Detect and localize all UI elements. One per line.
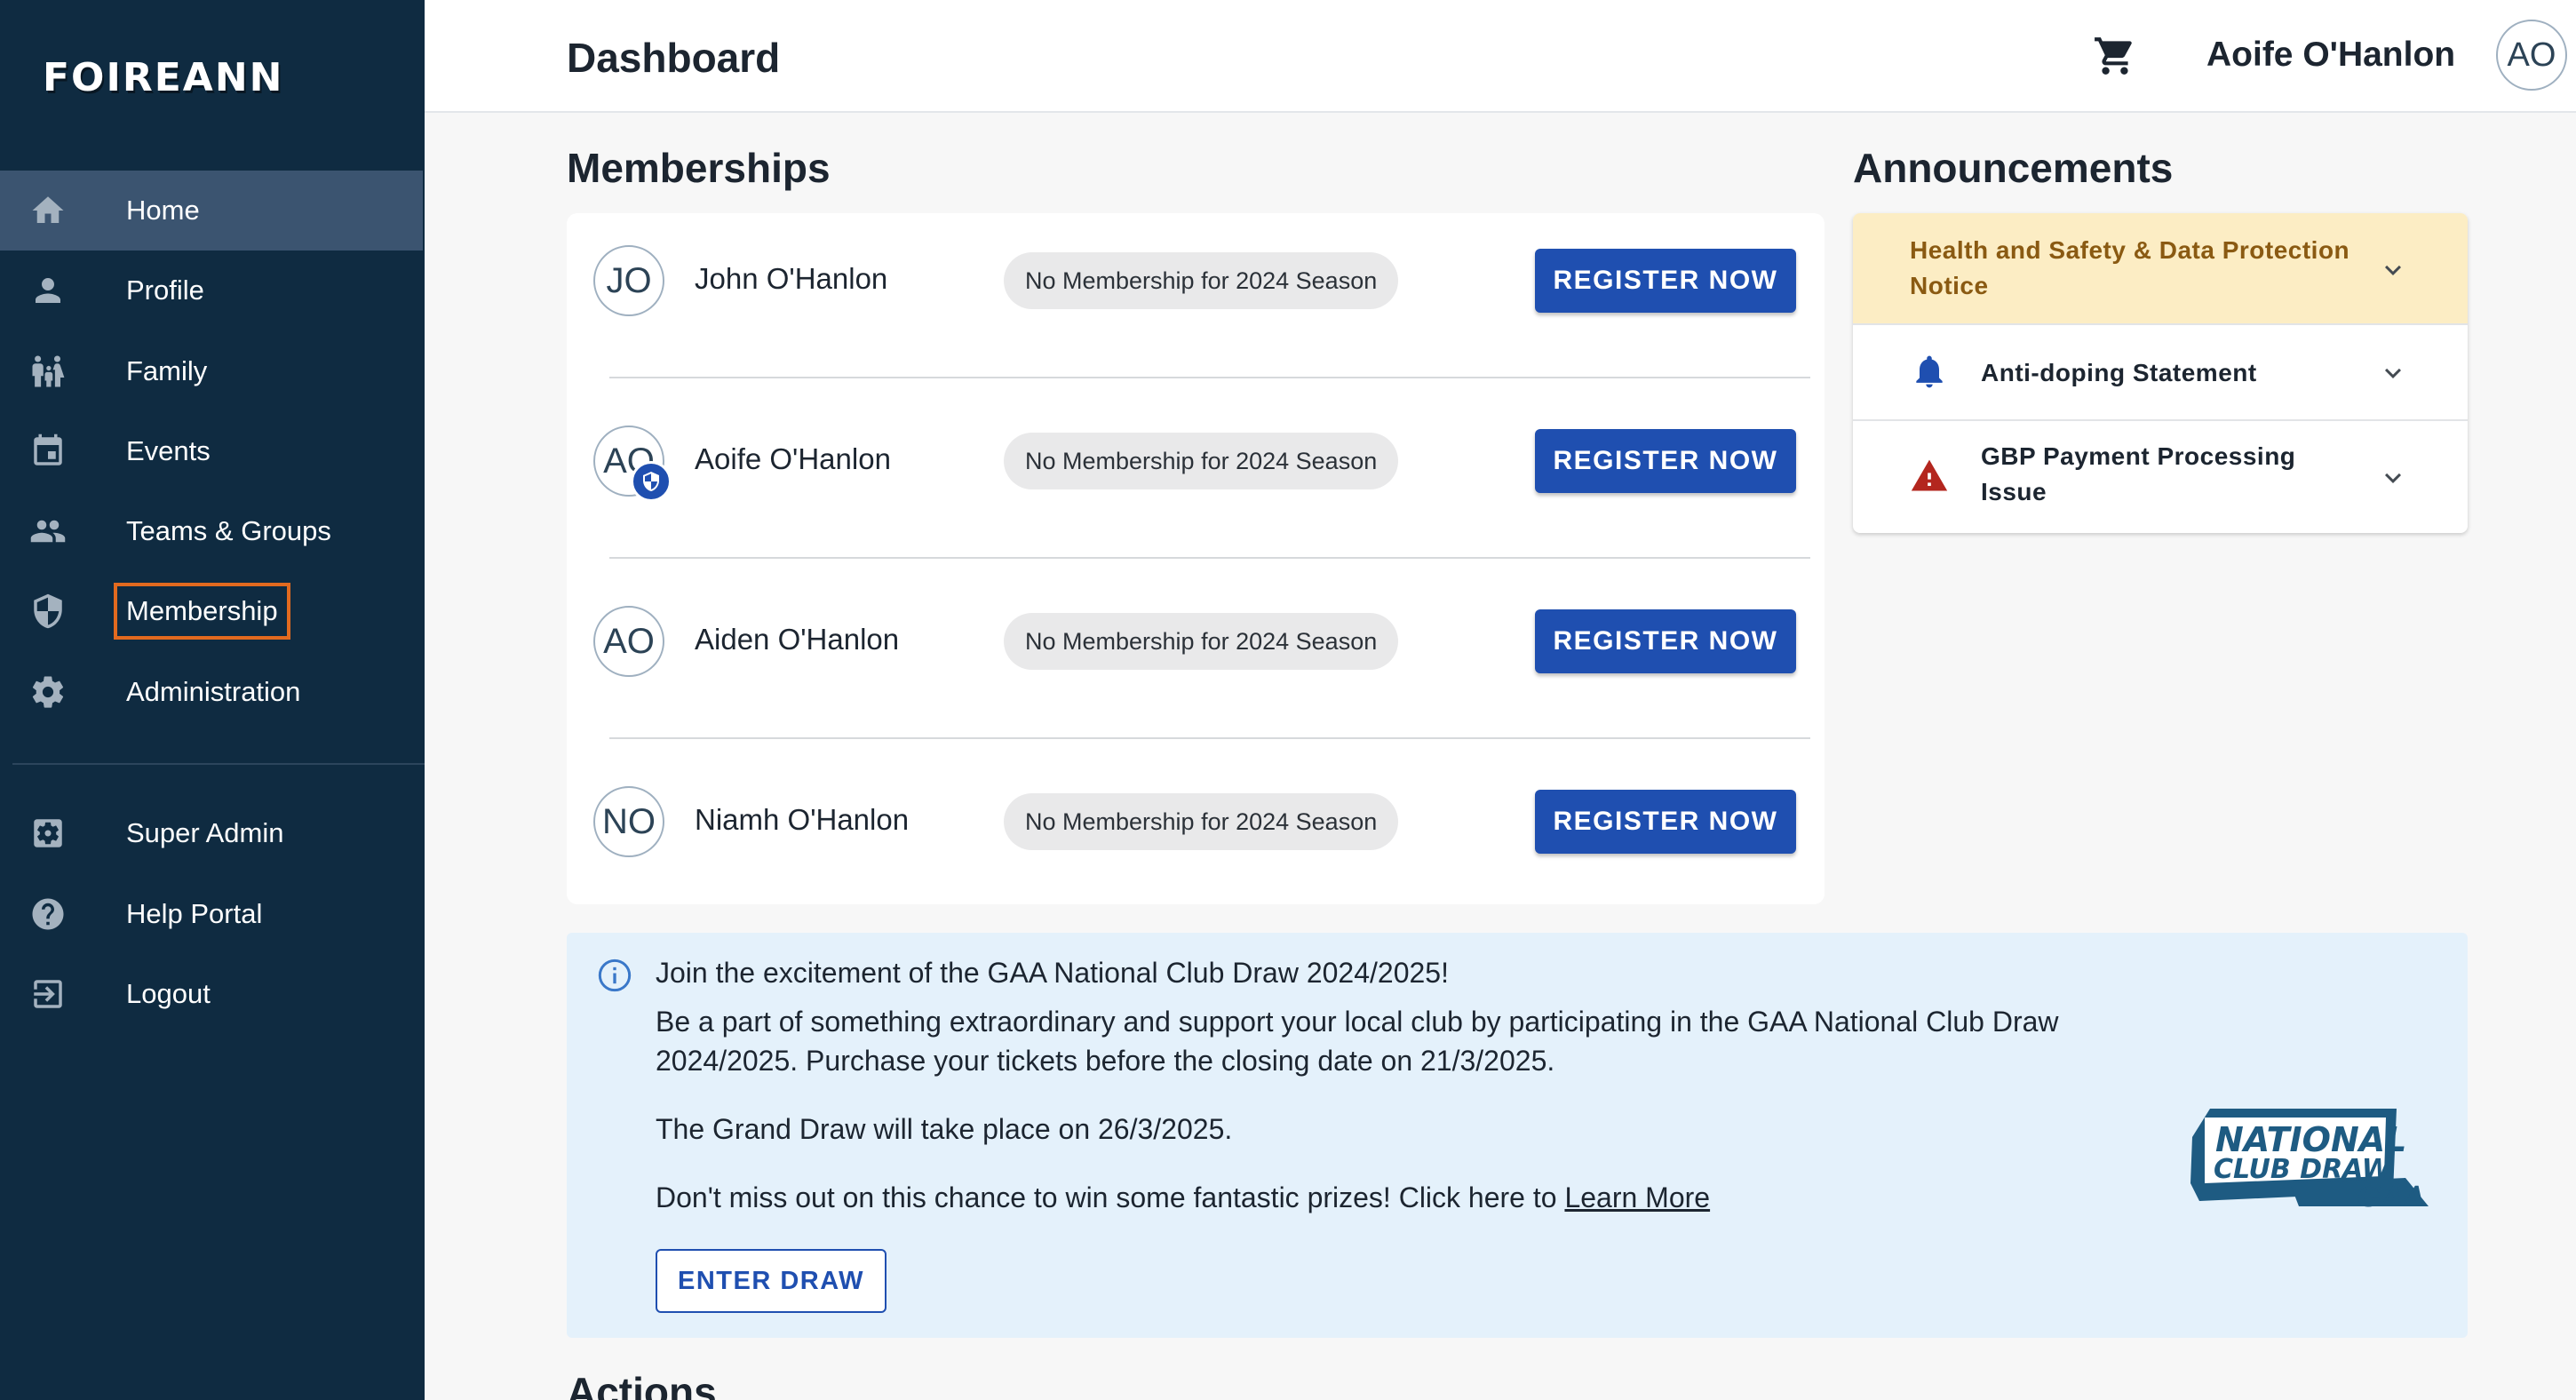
sidebar-item-teams-groups[interactable]: Teams & Groups <box>0 491 423 571</box>
app-logo[interactable]: FOIREANN <box>43 55 283 100</box>
sidebar-item-label: Profile <box>126 274 204 306</box>
register-now-button[interactable]: REGISTER NOW <box>1535 429 1796 493</box>
person-icon <box>28 271 68 310</box>
draw-cta-text: Don't miss out on this chance to win som… <box>656 1181 1557 1213</box>
member-name: John O'Hanlon <box>695 262 888 295</box>
membership-status-chip: No Membership for 2024 Season <box>1004 613 1399 670</box>
announcement-title: GBP Payment Processing Issue <box>1981 442 2296 505</box>
club-draw-banner: Join the excitement of the GAA National … <box>567 933 2468 1338</box>
home-icon <box>28 191 68 230</box>
user-avatar[interactable]: AO <box>2496 20 2567 91</box>
row-divider <box>609 377 1810 378</box>
calendar-icon <box>28 432 68 471</box>
memberships-card: JO John O'Hanlon No Membership for 2024 … <box>567 213 1825 904</box>
sidebar-item-label: Administration <box>126 676 301 707</box>
register-now-button[interactable]: REGISTER NOW <box>1535 790 1796 854</box>
avatar: JO <box>593 245 664 316</box>
logout-icon <box>28 974 68 1014</box>
chevron-down-icon[interactable] <box>2377 254 2409 286</box>
announcement-gbp-payment[interactable]: GBP Payment Processing Issue <box>1853 421 2468 533</box>
user-name[interactable]: Aoife O'Hanlon <box>2206 36 2455 75</box>
draw-heading: Join the excitement of the GAA National … <box>656 957 1449 989</box>
member-name: Niamh O'Hanlon <box>695 803 910 836</box>
member-name: Aoife O'Hanlon <box>695 442 891 475</box>
sidebar-item-logout[interactable]: Logout <box>0 954 423 1034</box>
member-row: NO Niamh O'Hanlon No Membership for 2024… <box>567 754 1825 935</box>
membership-status-chip: No Membership for 2024 Season <box>1004 793 1399 850</box>
announcements-panel: Health and Safety & Data Protection Noti… <box>1853 213 2468 533</box>
register-now-button[interactable]: REGISTER NOW <box>1535 609 1796 673</box>
shield-badge-icon <box>631 461 672 502</box>
warning-icon <box>1910 457 1949 496</box>
sidebar-item-label: Super Admin <box>126 817 284 848</box>
sidebar-item-membership[interactable]: Membership <box>0 571 423 651</box>
sidebar-item-administration[interactable]: Administration <box>0 652 423 732</box>
avatar: AO <box>593 606 664 677</box>
sidebar-item-home[interactable]: Home <box>0 171 423 251</box>
family-icon <box>28 352 68 391</box>
avatar: AO <box>593 426 672 502</box>
help-icon <box>28 895 68 934</box>
sidebar-divider <box>12 763 425 765</box>
sidebar-item-profile[interactable]: Profile <box>0 251 423 330</box>
membership-status-chip: No Membership for 2024 Season <box>1004 433 1399 489</box>
row-divider <box>609 557 1810 559</box>
member-row: JO John O'Hanlon No Membership for 2024 … <box>567 213 1825 394</box>
row-divider <box>609 737 1810 739</box>
member-row: AO Aoife O'Hanlon No Membership for 2024… <box>567 394 1825 574</box>
avatar: NO <box>593 786 664 857</box>
draw-body-line2: 2024/2025. Purchase your tickets before … <box>656 1045 1555 1077</box>
announcement-title: Health and Safety & Data Protection Noti… <box>1910 236 2350 299</box>
member-row: AO Aiden O'Hanlon No Membership for 2024… <box>567 574 1825 754</box>
admin-gear-icon <box>28 814 68 853</box>
member-name: Aiden O'Hanlon <box>695 623 900 656</box>
sidebar-item-label: Home <box>126 195 200 226</box>
page-title: Dashboard <box>567 35 781 81</box>
sidebar-item-family[interactable]: Family <box>0 331 423 411</box>
draw-cta: Don't miss out on this chance to win som… <box>656 1178 1710 1218</box>
sidebar: FOIREANN Home Profile Family Events Team… <box>0 0 425 1400</box>
top-header: Dashboard Aoife O'Hanlon AO <box>425 0 2576 113</box>
register-now-button[interactable]: REGISTER NOW <box>1535 249 1796 313</box>
national-club-draw-logo: NATIONAL CLUB DRAW GAA <box>2183 1102 2450 1226</box>
draw-body-line1: Be a part of something extraordinary and… <box>656 1006 2059 1038</box>
shield-icon <box>28 592 68 631</box>
chevron-down-icon[interactable] <box>2377 462 2409 494</box>
info-icon <box>597 958 632 993</box>
sidebar-item-label: Events <box>126 435 211 466</box>
sidebar-item-super-admin[interactable]: Super Admin <box>0 793 423 873</box>
learn-more-link[interactable]: Learn More <box>1564 1181 1710 1213</box>
announcement-anti-doping[interactable]: Anti-doping Statement <box>1853 325 2468 421</box>
announcements-title: Announcements <box>1853 145 2174 191</box>
svg-text:GAA: GAA <box>2357 1180 2426 1213</box>
sidebar-item-label: Logout <box>126 978 211 1009</box>
announcement-health-safety[interactable]: Health and Safety & Data Protection Noti… <box>1853 213 2468 325</box>
sidebar-item-label: Membership <box>114 583 290 640</box>
sidebar-item-label: Teams & Groups <box>126 515 331 546</box>
membership-status-chip: No Membership for 2024 Season <box>1004 252 1399 309</box>
enter-draw-button[interactable]: ENTER DRAW <box>656 1249 886 1313</box>
sidebar-item-label: Help Portal <box>126 898 263 929</box>
chevron-down-icon[interactable] <box>2377 357 2409 389</box>
actions-title: Actions <box>567 1369 717 1400</box>
memberships-title: Memberships <box>567 145 831 191</box>
bell-icon <box>1910 352 1949 391</box>
sidebar-item-help-portal[interactable]: Help Portal <box>0 874 423 954</box>
group-icon <box>28 512 68 551</box>
cart-icon[interactable] <box>2093 34 2137 78</box>
sidebar-item-label: Family <box>126 355 208 386</box>
announcement-title: Anti-doping Statement <box>1981 359 2257 386</box>
gear-icon <box>28 672 68 712</box>
draw-grand-draw-date: The Grand Draw will take place on 26/3/2… <box>656 1113 1233 1145</box>
sidebar-item-events[interactable]: Events <box>0 411 423 491</box>
